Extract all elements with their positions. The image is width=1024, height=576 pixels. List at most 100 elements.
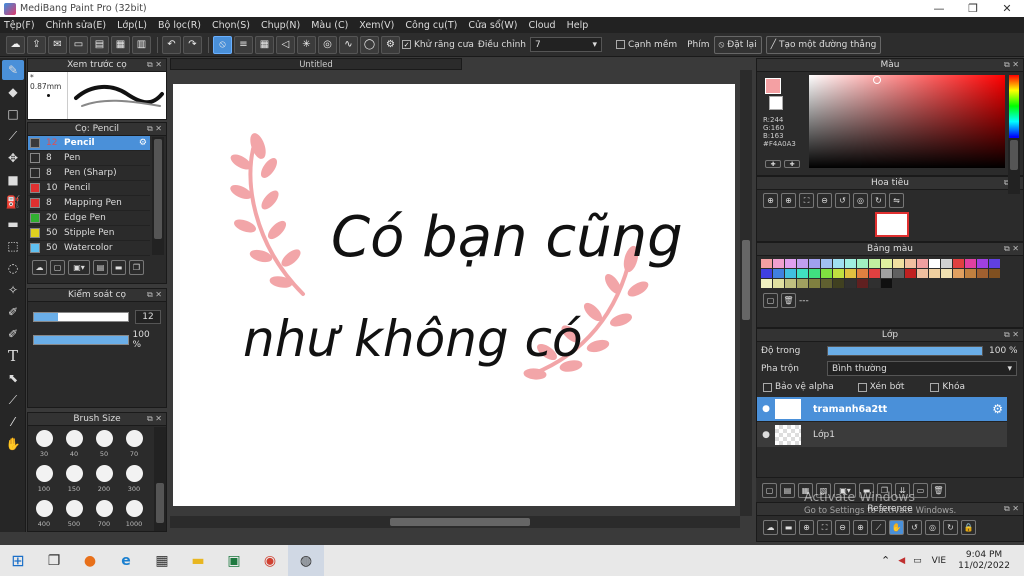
expand-icon[interactable]: ⧉ ✕ (1004, 244, 1019, 254)
palette-swatch[interactable] (965, 259, 976, 268)
palette-swatch[interactable] (845, 259, 856, 268)
palette-swatch[interactable] (761, 279, 772, 288)
operation-tool-icon[interactable]: ⬉ (2, 368, 24, 388)
palette-swatch[interactable] (953, 259, 964, 268)
brush-document-icon[interactable]: ▤ (93, 260, 108, 275)
brush-size-cell[interactable]: 30 (30, 428, 58, 461)
rotate-reset-icon[interactable]: ◎ (853, 193, 868, 208)
task-view-icon[interactable]: ❐ (36, 545, 72, 576)
palette-swatch[interactable] (761, 259, 772, 268)
medibang-taskbar-icon[interactable]: ◍ (288, 545, 324, 576)
snap-settings-icon[interactable]: ⚙ (381, 35, 400, 54)
brush-size-cell[interactable]: 100 (30, 463, 58, 496)
brush-size-cell[interactable]: 200 (90, 463, 118, 496)
rotate-reset-icon[interactable]: ◎ (925, 520, 940, 535)
undo-icon[interactable]: ↶ (162, 35, 181, 54)
zoom-in-icon[interactable]: ⊕ (763, 193, 778, 208)
gear-icon[interactable]: ⚙ (992, 402, 1003, 416)
brush-item[interactable]: 10 Pencil (28, 181, 150, 196)
lock-checkbox[interactable] (930, 382, 940, 392)
clipping-checkbox[interactable] (857, 382, 867, 392)
palette-swatch[interactable] (833, 259, 844, 268)
file-explorer-icon[interactable]: ▬ (180, 545, 216, 576)
brush-opacity-slider[interactable] (33, 335, 129, 345)
brush-item[interactable]: 20 Edge Pen (28, 211, 150, 226)
layer-item[interactable]: ● tramanh6a2tt ⚙ (757, 397, 1007, 422)
palette-swatch[interactable] (989, 259, 1000, 268)
dot-tool-icon[interactable]: ⟋ (2, 126, 24, 146)
brush-item[interactable]: 12 Pencil ⚙ (28, 136, 150, 151)
scrollbar-thumb[interactable] (156, 483, 164, 523)
brush-item[interactable]: 50 Stipple Pen (28, 226, 150, 241)
palette-swatch[interactable] (773, 279, 784, 288)
brush-size-slider[interactable] (33, 312, 129, 322)
palette-swatch[interactable] (893, 259, 904, 268)
palette-swatch[interactable] (797, 269, 808, 278)
flip-icon[interactable]: ⇋ (889, 193, 904, 208)
scrollbar-thumb[interactable] (154, 139, 162, 239)
menu-color[interactable]: Màu (C) (311, 20, 348, 31)
palette-swatch[interactable] (809, 279, 820, 288)
layout-icon[interactable]: ▥ (132, 35, 151, 54)
foreground-color-swatch[interactable] (765, 78, 781, 94)
menu-layer[interactable]: Lớp(L) (117, 20, 147, 31)
palette-swatch[interactable] (761, 269, 772, 278)
palette-swatch[interactable] (893, 269, 904, 278)
layer-item[interactable]: ● Lớp1 (757, 422, 1007, 447)
edge-checkbox[interactable] (615, 40, 625, 49)
rotate-left-icon[interactable]: ↺ (907, 520, 922, 535)
select-pen-tool-icon[interactable]: ✐ (2, 302, 24, 322)
palette-swatch[interactable] (977, 259, 988, 268)
palette-swatch[interactable] (941, 259, 952, 268)
folder-icon[interactable]: ▬ (781, 520, 796, 535)
rectangle-tool-icon[interactable]: □ (2, 104, 24, 124)
reset-button[interactable]: ⦸ Đặt lại (713, 35, 762, 54)
expand-icon[interactable]: ⧉ ✕ (1004, 504, 1019, 514)
palette-swatch[interactable] (881, 259, 892, 268)
chevron-up-icon[interactable]: ⌃ (881, 554, 890, 567)
palette-swatch[interactable] (785, 279, 796, 288)
menu-snap[interactable]: Chụp(N) (261, 20, 300, 31)
vanish-snap-icon[interactable]: ◁ (276, 35, 295, 54)
close-button[interactable]: ✕ (990, 2, 1024, 15)
palette-swatch[interactable] (785, 269, 796, 278)
menu-view[interactable]: Xem(V) (359, 20, 394, 31)
background-color-swatch[interactable] (769, 96, 783, 110)
rotate-left-icon[interactable]: ↺ (835, 193, 850, 208)
expand-icon[interactable]: ⧉ ✕ (1004, 330, 1019, 340)
layer-list-scrollbar[interactable] (1008, 138, 1020, 194)
chrome-icon[interactable]: ◉ (252, 545, 288, 576)
color-saturation-field[interactable] (809, 75, 1005, 168)
palette-swatch[interactable] (869, 279, 880, 288)
expand-icon[interactable]: ⧉ ✕ (147, 290, 162, 300)
palette-swatch[interactable] (773, 259, 784, 268)
palette-swatch[interactable] (833, 279, 844, 288)
palette-swatch[interactable] (821, 269, 832, 278)
palette-swatch[interactable] (821, 259, 832, 268)
expand-icon[interactable]: ⧉ ✕ (147, 60, 162, 70)
brush-list-scrollbar[interactable] (152, 137, 164, 255)
cross-snap-icon[interactable]: ▦ (255, 35, 274, 54)
eyedropper-tool-icon[interactable]: ⁄ (2, 412, 24, 432)
new-palette-icon[interactable]: ▢ (763, 293, 778, 308)
zoom-in-icon[interactable]: ⊕ (799, 520, 814, 535)
swap-color-icon[interactable]: ✚ (784, 160, 800, 168)
palette-swatch[interactable] (965, 269, 976, 278)
radial-snap-icon[interactable]: ✳ (297, 35, 316, 54)
lock-icon[interactable]: 🔒 (961, 520, 976, 535)
cloud-icon[interactable]: ☁ (6, 35, 25, 54)
brush-item[interactable]: 8 Mapping Pen (28, 196, 150, 211)
layer-blend-select[interactable]: Bình thường ▾ (827, 361, 1017, 376)
snap-off-icon[interactable]: ⦸ (213, 35, 232, 54)
lasso-tool-icon[interactable]: ◌ (2, 258, 24, 278)
brush-size-cell[interactable]: 300 (120, 463, 148, 496)
palette-swatch[interactable] (905, 269, 916, 278)
palette-swatch[interactable] (809, 269, 820, 278)
brush-size-cell[interactable]: 1000 (120, 498, 148, 531)
restore-button[interactable]: ❐ (956, 2, 990, 15)
menu-tools[interactable]: Công cụ(T) (405, 20, 457, 31)
document-icon[interactable]: ▤ (90, 35, 109, 54)
delete-palette-icon[interactable]: 🗑 (781, 293, 796, 308)
brush-size-cell[interactable]: 400 (30, 498, 58, 531)
new-layer-icon[interactable]: ▢ (762, 482, 777, 498)
